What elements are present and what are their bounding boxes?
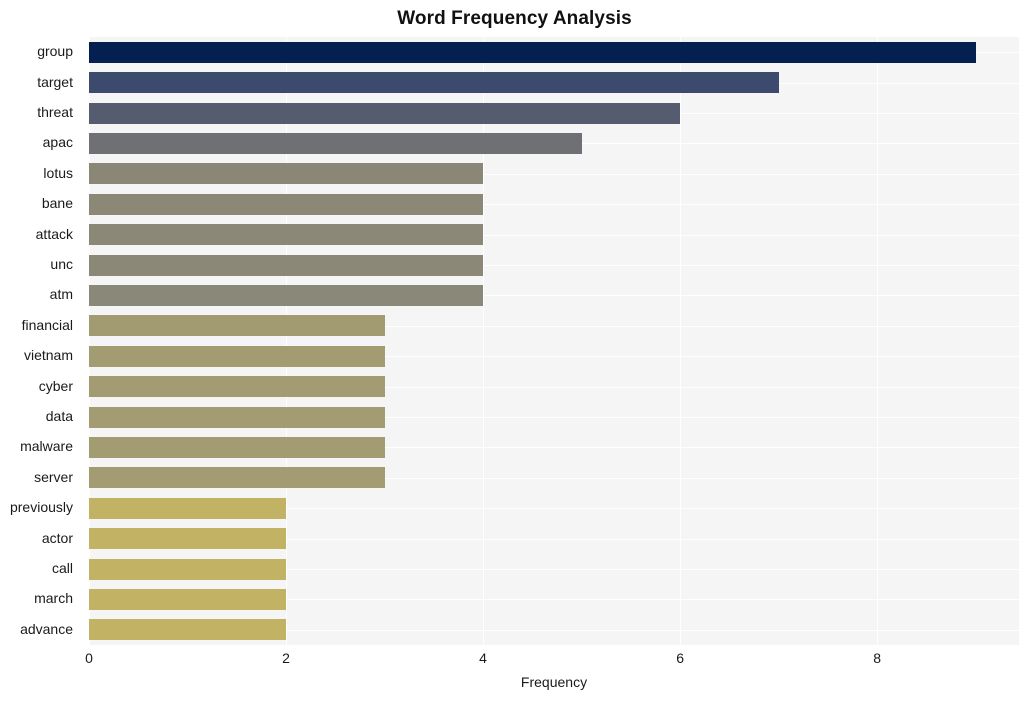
- chart-figure: Word Frequency Analysis group target threa…: [0, 0, 1029, 701]
- bar[interactable]: [89, 436, 385, 458]
- y-axis-tick-label: group: [37, 43, 73, 60]
- bar[interactable]: [89, 376, 385, 398]
- x-axis-tick-label: 0: [85, 650, 93, 666]
- y-axis-tick-label: attack: [35, 225, 73, 242]
- plot-area: [89, 37, 1019, 645]
- y-axis-tick-label: data: [45, 408, 73, 424]
- y-axis-tick-label: cyber: [38, 377, 73, 394]
- gridline-vertical: [286, 37, 288, 645]
- y-axis-tick-label: previously: [9, 499, 73, 516]
- y-axis-tick-label: atm: [49, 286, 73, 303]
- bar[interactable]: [89, 132, 582, 154]
- x-axis-tick-label: 8: [873, 650, 882, 666]
- bar[interactable]: [89, 102, 681, 124]
- bar[interactable]: [89, 193, 484, 215]
- bar[interactable]: [89, 315, 385, 337]
- y-axis-tick-label: apac: [42, 134, 73, 151]
- y-axis-tick-label: advance: [20, 620, 73, 637]
- chart-title: Word Frequency Analysis: [397, 8, 632, 29]
- y-axis-tick-label: call: [51, 560, 73, 576]
- bar[interactable]: [89, 619, 287, 641]
- y-axis-tick-label: financial: [21, 316, 73, 333]
- y-axis-tick-label: march: [34, 590, 73, 607]
- gridline-vertical: [89, 37, 90, 645]
- y-axis-tick-label: lotus: [43, 164, 73, 181]
- y-axis-tick-label: unc: [50, 256, 73, 272]
- bar[interactable]: [89, 254, 484, 276]
- bar[interactable]: [89, 406, 385, 428]
- bar[interactable]: [89, 163, 484, 185]
- y-axis-tick-label: threat: [37, 104, 73, 120]
- y-axis-tick-label: actor: [41, 529, 73, 546]
- gridline-vertical: [680, 37, 682, 645]
- bar[interactable]: [89, 72, 779, 94]
- bar[interactable]: [89, 558, 287, 580]
- x-axis-title: Frequency: [520, 674, 588, 690]
- y-axis-tick-label: malware: [20, 438, 73, 455]
- bar[interactable]: [89, 467, 385, 489]
- bar[interactable]: [89, 224, 484, 246]
- bar[interactable]: [89, 497, 287, 519]
- gridline-vertical: [483, 37, 485, 645]
- bar[interactable]: [89, 588, 287, 610]
- y-axis-tick-label: bane: [41, 195, 73, 212]
- bar[interactable]: [89, 345, 385, 367]
- y-axis-tick-label: server: [34, 468, 73, 485]
- gridline-vertical: [877, 37, 879, 645]
- bar[interactable]: [89, 41, 976, 63]
- y-axis-tick-label: target: [37, 73, 73, 90]
- x-axis-tick-label: 2: [282, 650, 290, 666]
- x-axis-tick-label: 4: [479, 650, 487, 666]
- bar[interactable]: [89, 284, 484, 306]
- y-axis-tick-label: vietnam: [23, 347, 73, 364]
- x-axis-tick-label: 6: [676, 650, 684, 666]
- bar[interactable]: [89, 528, 287, 550]
